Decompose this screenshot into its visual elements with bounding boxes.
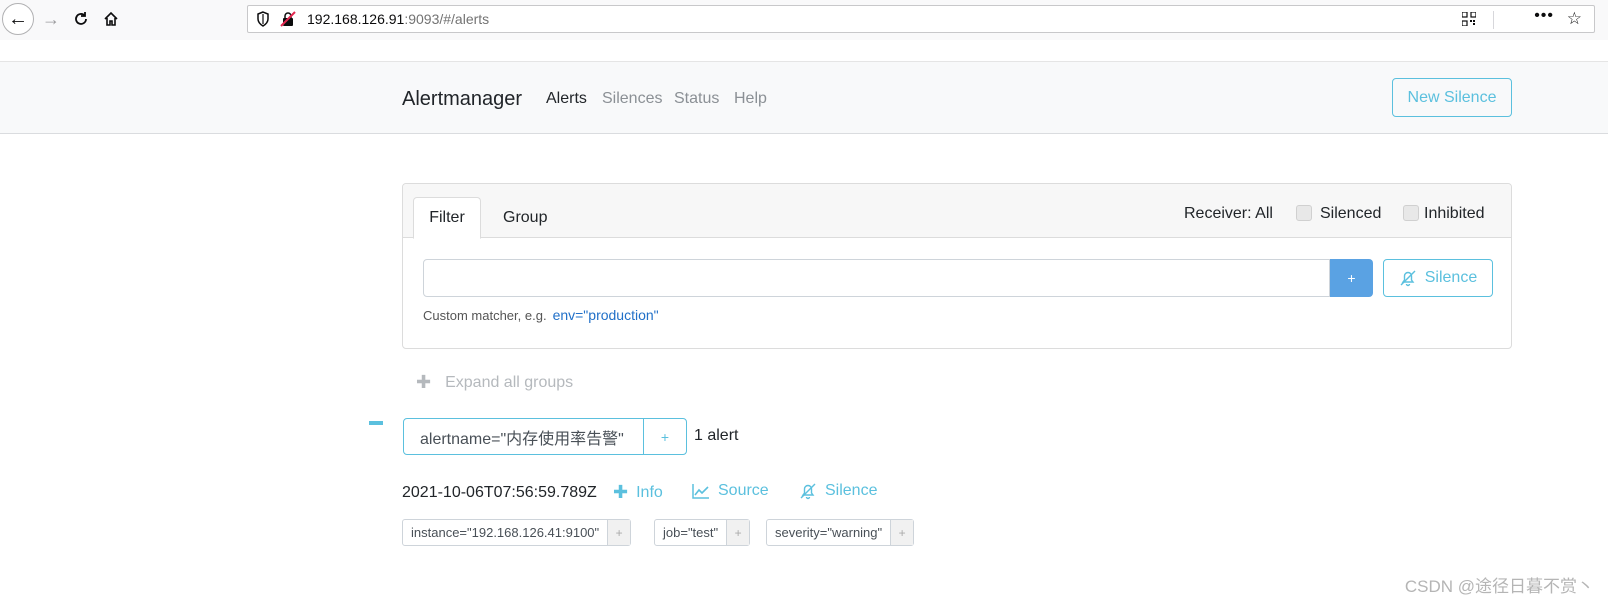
label-pill-job: job="test" + (654, 519, 751, 546)
group-label[interactable]: alertname="内存使用率告警" (404, 419, 644, 454)
alert-timestamp: 2021-10-06T07:56:59.789Z (402, 484, 597, 501)
silenced-checkbox[interactable] (1296, 205, 1312, 221)
bookmark-star-icon[interactable]: ☆ (1567, 9, 1582, 29)
nav-silences[interactable]: Silences (602, 90, 662, 108)
app-navbar: Alertmanager Alerts Silences Status Help… (0, 61, 1608, 134)
filter-input[interactable] (423, 259, 1330, 297)
collapse-group-icon[interactable] (369, 421, 383, 425)
browser-toolbar: ← → 192.168.126.91:9093/#/alerts ••• ☆ (0, 0, 1608, 40)
label-instance-add-button[interactable]: + (608, 520, 631, 545)
url-separator (1493, 11, 1494, 29)
tab-group[interactable]: Group (487, 197, 563, 239)
filter-card: Filter Group Receiver: All Silenced Inhi… (402, 183, 1512, 349)
label-pill-severity: severity="warning" + (766, 519, 915, 546)
silenced-label[interactable]: Silenced (1320, 205, 1381, 223)
label-job-add-button[interactable]: + (727, 520, 750, 545)
url-text[interactable]: 192.168.126.91:9093/#/alerts (307, 11, 489, 27)
silence-button[interactable]: Silence (1383, 259, 1493, 297)
matcher-hint-example: env="production" (552, 307, 659, 323)
url-bar[interactable]: 192.168.126.91:9093/#/alerts ••• ☆ (247, 5, 1595, 33)
expand-all-groups-label: Expand all groups (445, 373, 574, 391)
add-matcher-button[interactable]: + (1330, 259, 1373, 297)
brand-title[interactable]: Alertmanager (402, 88, 522, 111)
plus-icon: ✚ (416, 372, 432, 392)
group-label-pill: alertname="内存使用率告警" + (403, 418, 687, 455)
tab-filter[interactable]: Filter (413, 197, 481, 239)
line-chart-icon (692, 484, 709, 499)
watermark: CSDN @途径日暮不赏丶 (1404, 577, 1594, 596)
matcher-hint-text: Custom matcher, e.g. (423, 308, 547, 323)
info-button[interactable]: ✚ Info (613, 482, 663, 503)
label-severity-add-button[interactable]: + (891, 520, 914, 545)
forward-icon[interactable]: → (36, 4, 66, 34)
back-icon[interactable]: ← (2, 3, 34, 35)
plus-icon: ✚ (613, 482, 629, 502)
source-label: Source (718, 482, 769, 499)
filter-card-header: Filter Group Receiver: All Silenced Inhi… (403, 184, 1511, 239)
inhibited-label[interactable]: Inhibited (1424, 205, 1485, 223)
receiver-select[interactable]: Receiver: All (1184, 205, 1273, 223)
matcher-hint: Custom matcher, e.g. env="production" (423, 307, 659, 323)
inhibited-checkbox[interactable] (1403, 205, 1419, 221)
label-pill-instance: instance="192.168.126.41:9100" + (402, 519, 632, 546)
home-icon[interactable] (96, 4, 126, 34)
new-silence-button[interactable]: New Silence (1392, 78, 1512, 117)
url-path: :9093/#/alerts (404, 11, 490, 27)
label-instance[interactable]: instance="192.168.126.41:9100" (403, 520, 609, 545)
source-link[interactable]: Source (692, 482, 769, 500)
shield-icon[interactable] (256, 11, 270, 27)
silence-button-label: Silence (1424, 269, 1478, 286)
nav-alerts[interactable]: Alerts (546, 90, 587, 108)
insecure-lock-icon[interactable] (280, 11, 296, 27)
nav-status[interactable]: Status (674, 90, 719, 108)
bell-slash-icon (1400, 270, 1416, 287)
expand-all-groups-button[interactable]: ✚ Expand all groups (416, 372, 573, 393)
alert-silence-label: Silence (825, 482, 878, 499)
qr-code-icon[interactable] (1462, 12, 1476, 26)
alert-silence-button[interactable]: Silence (799, 482, 877, 500)
reload-icon[interactable] (66, 4, 96, 34)
info-label: Info (636, 483, 663, 501)
alert-count: 1 alert (694, 427, 739, 444)
group-label-add-button[interactable]: + (644, 419, 686, 454)
url-host: 192.168.126.91 (307, 11, 405, 27)
label-job[interactable]: job="test" (655, 520, 728, 545)
bell-slash-icon (800, 483, 816, 500)
more-actions-icon[interactable]: ••• (1534, 7, 1554, 25)
label-severity[interactable]: severity="warning" (767, 520, 892, 545)
nav-help[interactable]: Help (734, 90, 767, 108)
